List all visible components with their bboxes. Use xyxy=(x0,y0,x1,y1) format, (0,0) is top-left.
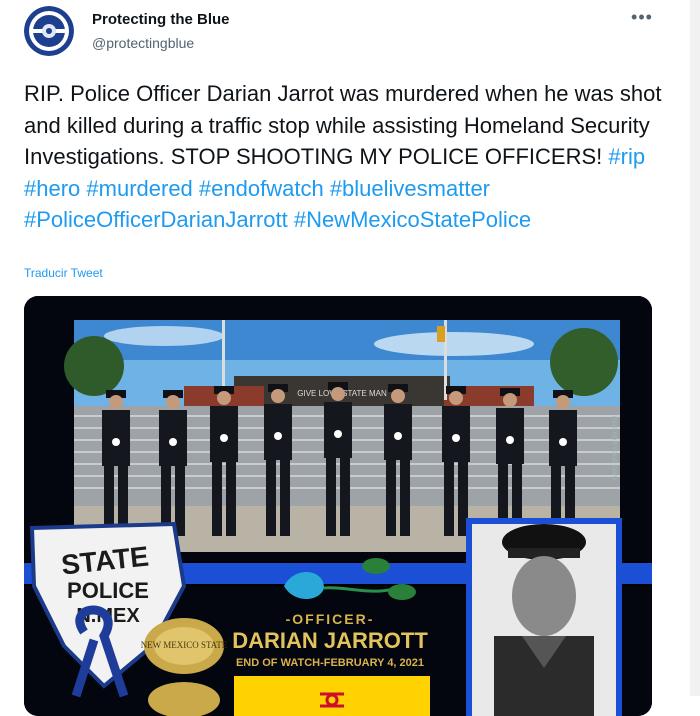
page-scrollbar[interactable] xyxy=(690,0,700,696)
avatar[interactable] xyxy=(24,6,74,56)
tweet-card[interactable]: Protecting the Blue @protectingblue ••• … xyxy=(0,0,700,716)
translate-tweet-link[interactable]: Traducir Tweet xyxy=(24,266,103,280)
memorial-graphic: GIVE LOVE STATE MAN RIDE FOR YOUR OWN ST… xyxy=(24,296,652,716)
hashtag-murdered[interactable]: #murdered xyxy=(86,176,192,201)
tweet-media-image[interactable]: GIVE LOVE STATE MAN RIDE FOR YOUR OWN ST… xyxy=(24,296,652,716)
hashtag-bluelivesmatter[interactable]: #bluelivesmatter xyxy=(330,176,490,201)
account-handle[interactable]: @protectingblue xyxy=(92,35,194,51)
hashtag-endofwatch[interactable]: #endofwatch xyxy=(199,176,324,201)
hashtag-rip[interactable]: #rip xyxy=(608,144,645,169)
end-of-watch: END OF WATCH-FEBRUARY 4, 2021 xyxy=(236,657,424,669)
officer-label: -OFFICER- xyxy=(286,611,375,627)
gold-badge-text: NEW MEXICO STATE xyxy=(141,640,228,650)
hashtag-nmsp[interactable]: #NewMexicoStatePolice xyxy=(294,207,531,232)
tweet-text-plain: RIP. Police Officer Darian Jarrot was mu… xyxy=(24,81,668,170)
officer-name: DARIAN JARROTT xyxy=(232,628,428,653)
more-horizontal-icon[interactable]: ••• xyxy=(628,8,656,30)
brand-watermark: RIDE FOR YOUR OWN xyxy=(610,416,616,480)
hashtag-hero[interactable]: #hero xyxy=(24,176,80,201)
hashtag-policeofficer[interactable]: #PoliceOfficerDarianJarrott xyxy=(24,207,288,232)
badge-text-police: POLICE xyxy=(67,578,149,603)
officer-portrait xyxy=(466,518,622,716)
avatar-badge-icon xyxy=(24,6,74,56)
account-name[interactable]: Protecting the Blue xyxy=(92,11,230,28)
tweet-text: RIP. Police Officer Darian Jarrot was mu… xyxy=(24,78,664,236)
honor-guard-photo: GIVE LOVE STATE MAN RIDE FOR YOUR OWN xyxy=(64,320,620,552)
